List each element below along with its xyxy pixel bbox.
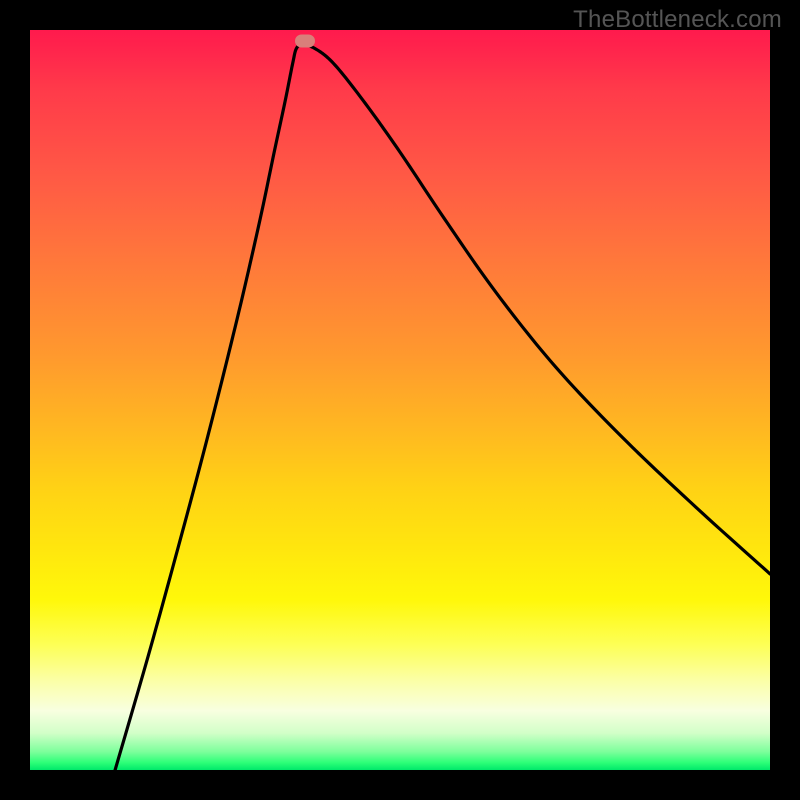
chart-frame: TheBottleneck.com: [0, 0, 800, 800]
plot-area: [30, 30, 770, 770]
trough-marker: [295, 35, 315, 48]
bottleneck-curve-path: [115, 45, 770, 770]
curve-svg: [30, 30, 770, 770]
